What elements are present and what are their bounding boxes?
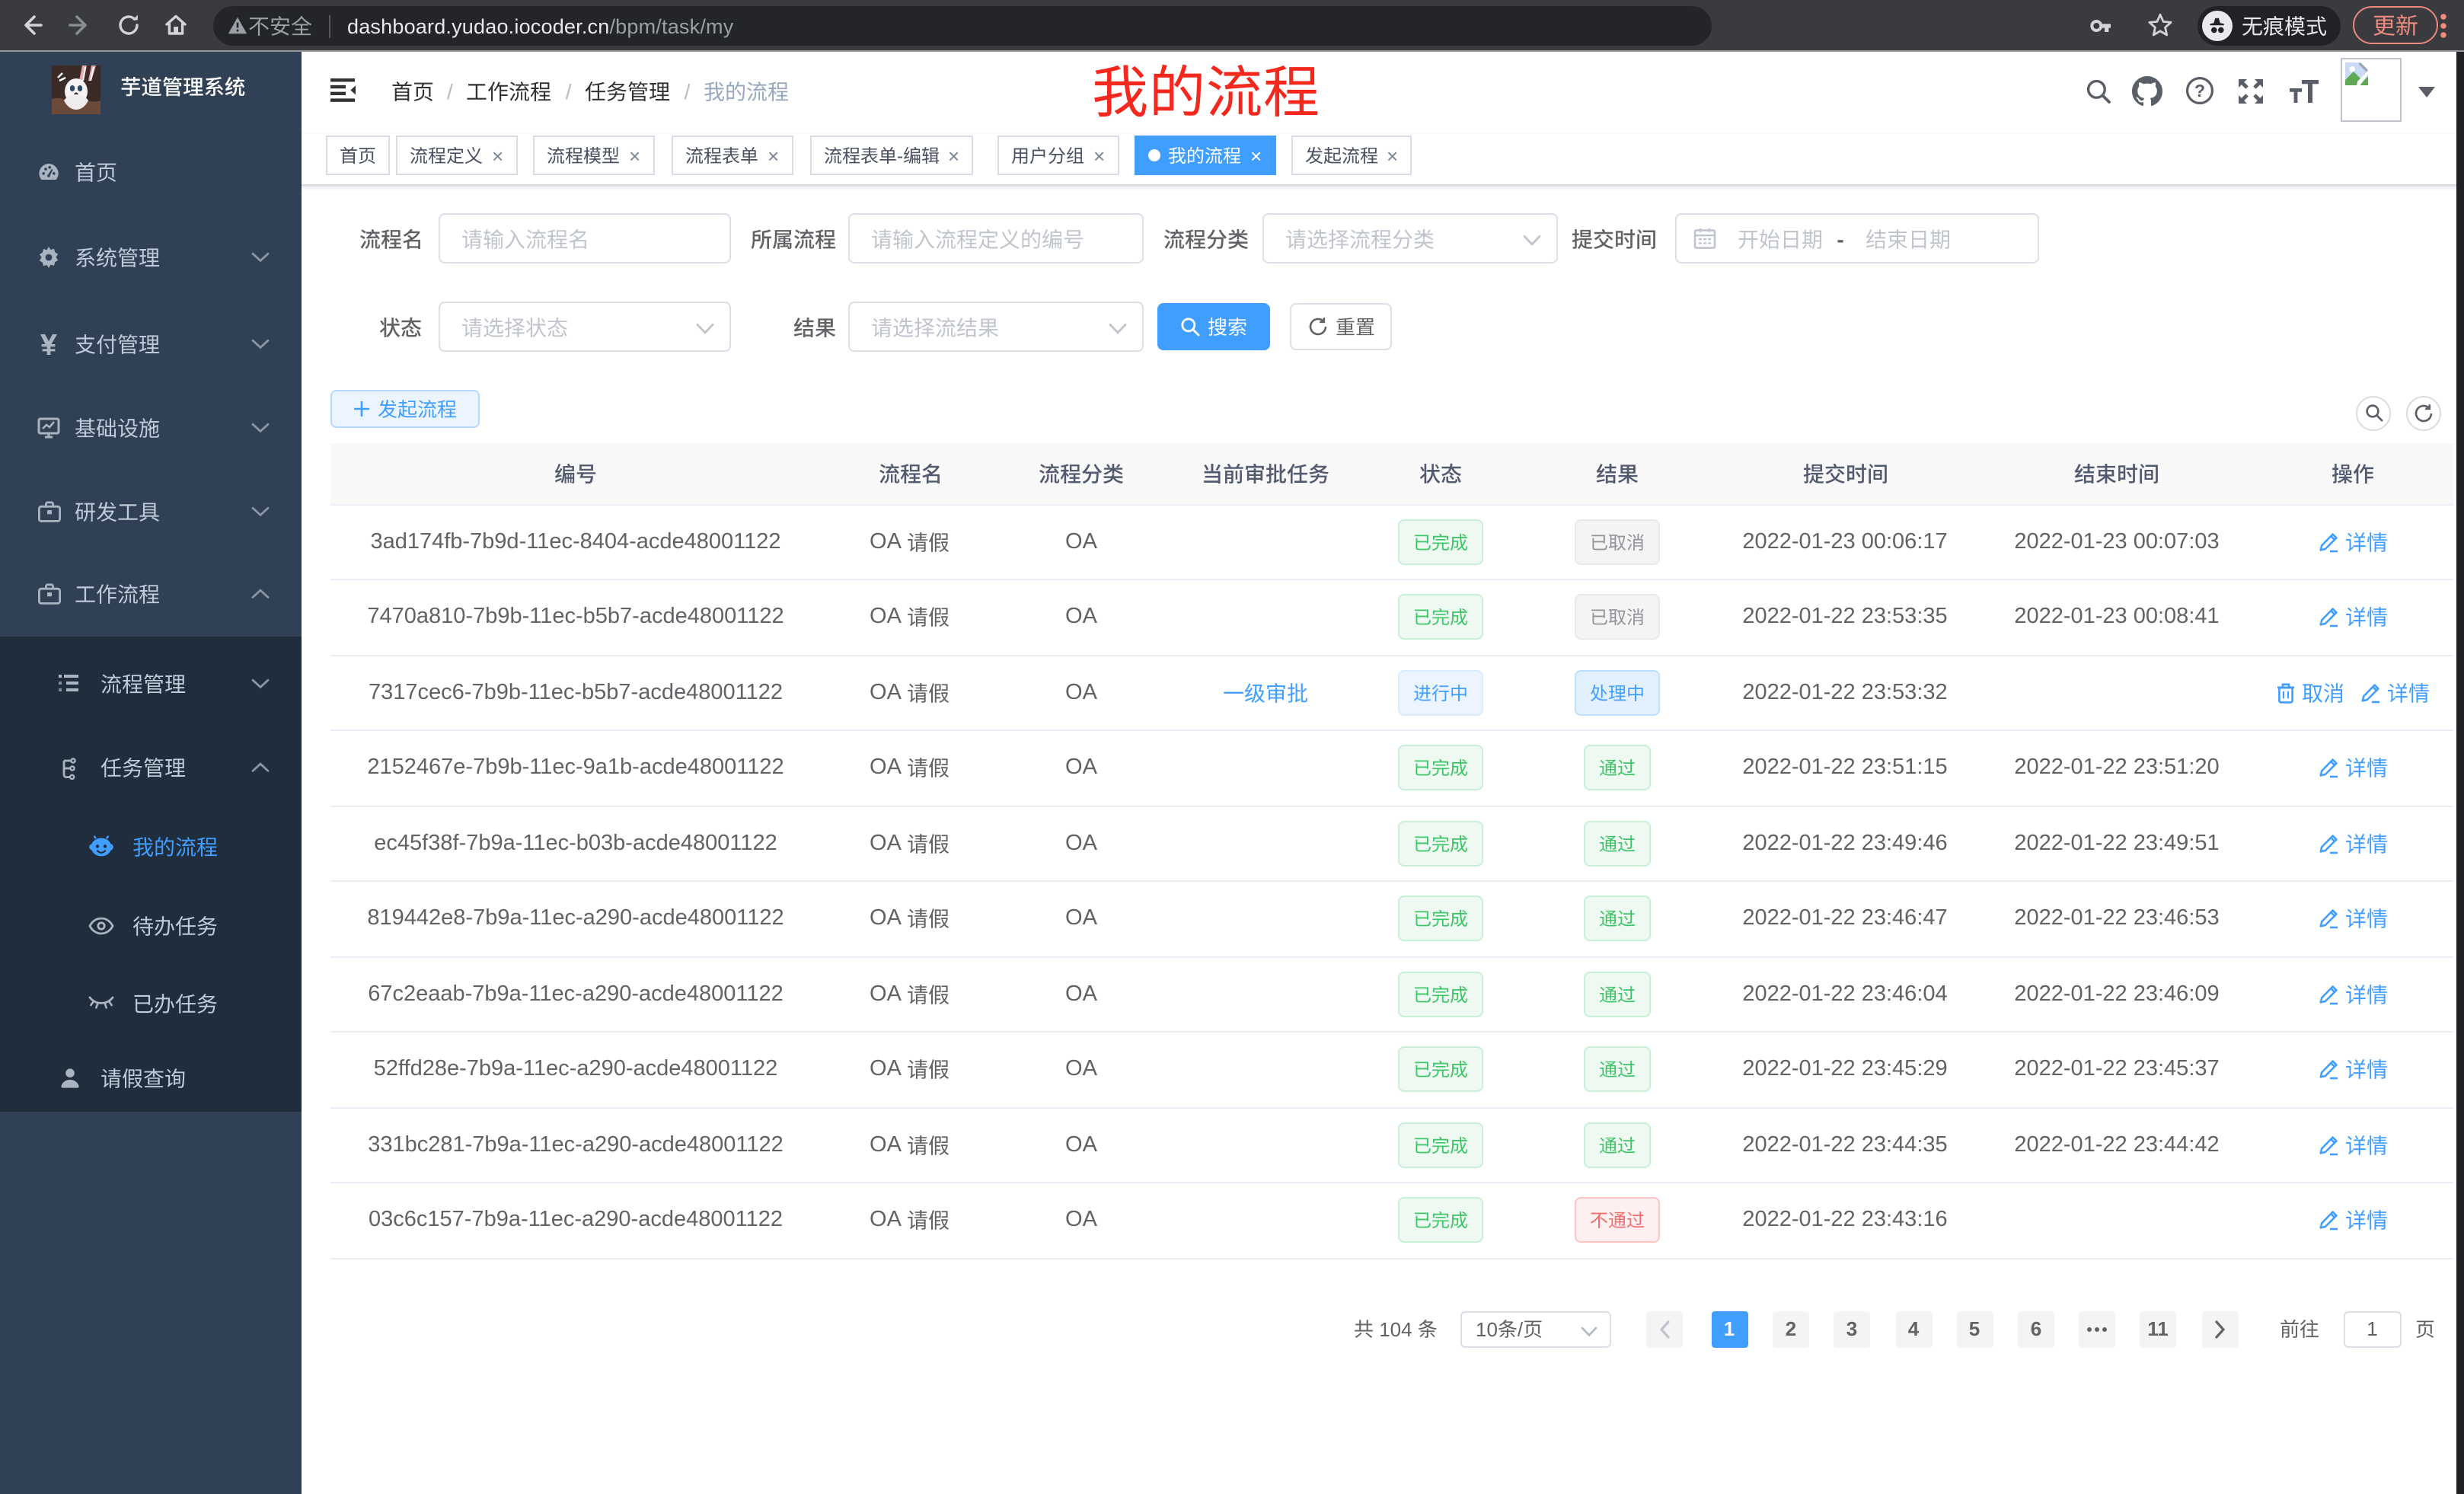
- svg-text:10: 10: [1476, 1319, 1498, 1339]
- svg-text:104: 104: [1374, 1319, 1418, 1339]
- svg-text:?: ?: [2194, 81, 2205, 101]
- svg-text:/: /: [1518, 1319, 1524, 1339]
- svg-text:-: -: [896, 146, 902, 164]
